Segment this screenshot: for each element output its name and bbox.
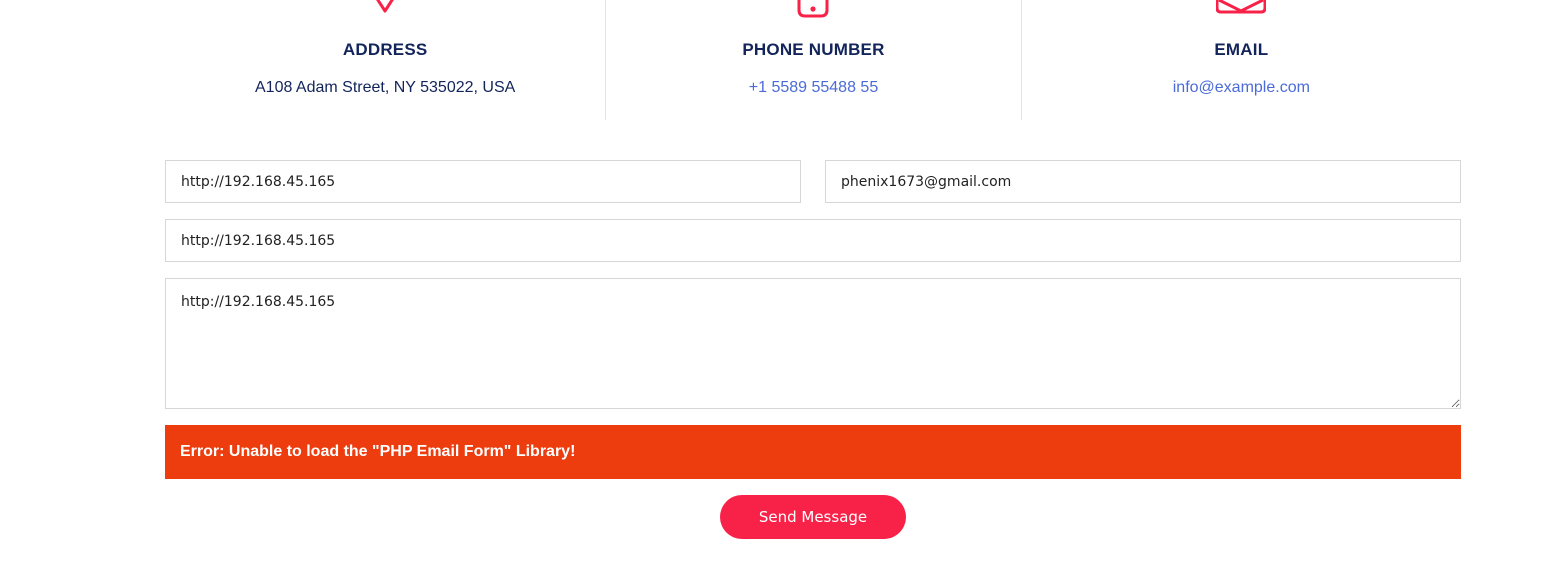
message-textarea[interactable]: http://192.168.45.165 [165,278,1461,409]
address-info-box: ADDRESS A108 Adam Street, NY 535022, USA [165,0,605,120]
email-input[interactable] [825,160,1461,203]
phone-title: PHONE NUMBER [742,40,885,59]
address-title: ADDRESS [342,40,428,59]
email-title: EMAIL [1214,40,1269,59]
map-pin-icon [376,0,395,13]
address-value: A108 Adam Street, NY 535022, USA [255,79,516,96]
email-info-box: EMAIL info@example.com [1020,0,1461,120]
email-link[interactable]: info@example.com [1022,79,1461,97]
phone-info-box: PHONE NUMBER +1 5589 55488 55 [605,0,1020,120]
error-message: Error: Unable to load the "PHP Email For… [165,425,1461,479]
phone-icon [797,0,829,18]
phone-link[interactable]: +1 5589 55488 55 [606,79,1020,97]
send-message-button[interactable]: Send Message [720,495,906,539]
subject-input[interactable] [165,219,1461,262]
contact-info-row: ADDRESS A108 Adam Street, NY 535022, USA… [165,0,1461,120]
name-input[interactable] [165,160,801,203]
envelope-icon [1216,0,1267,14]
